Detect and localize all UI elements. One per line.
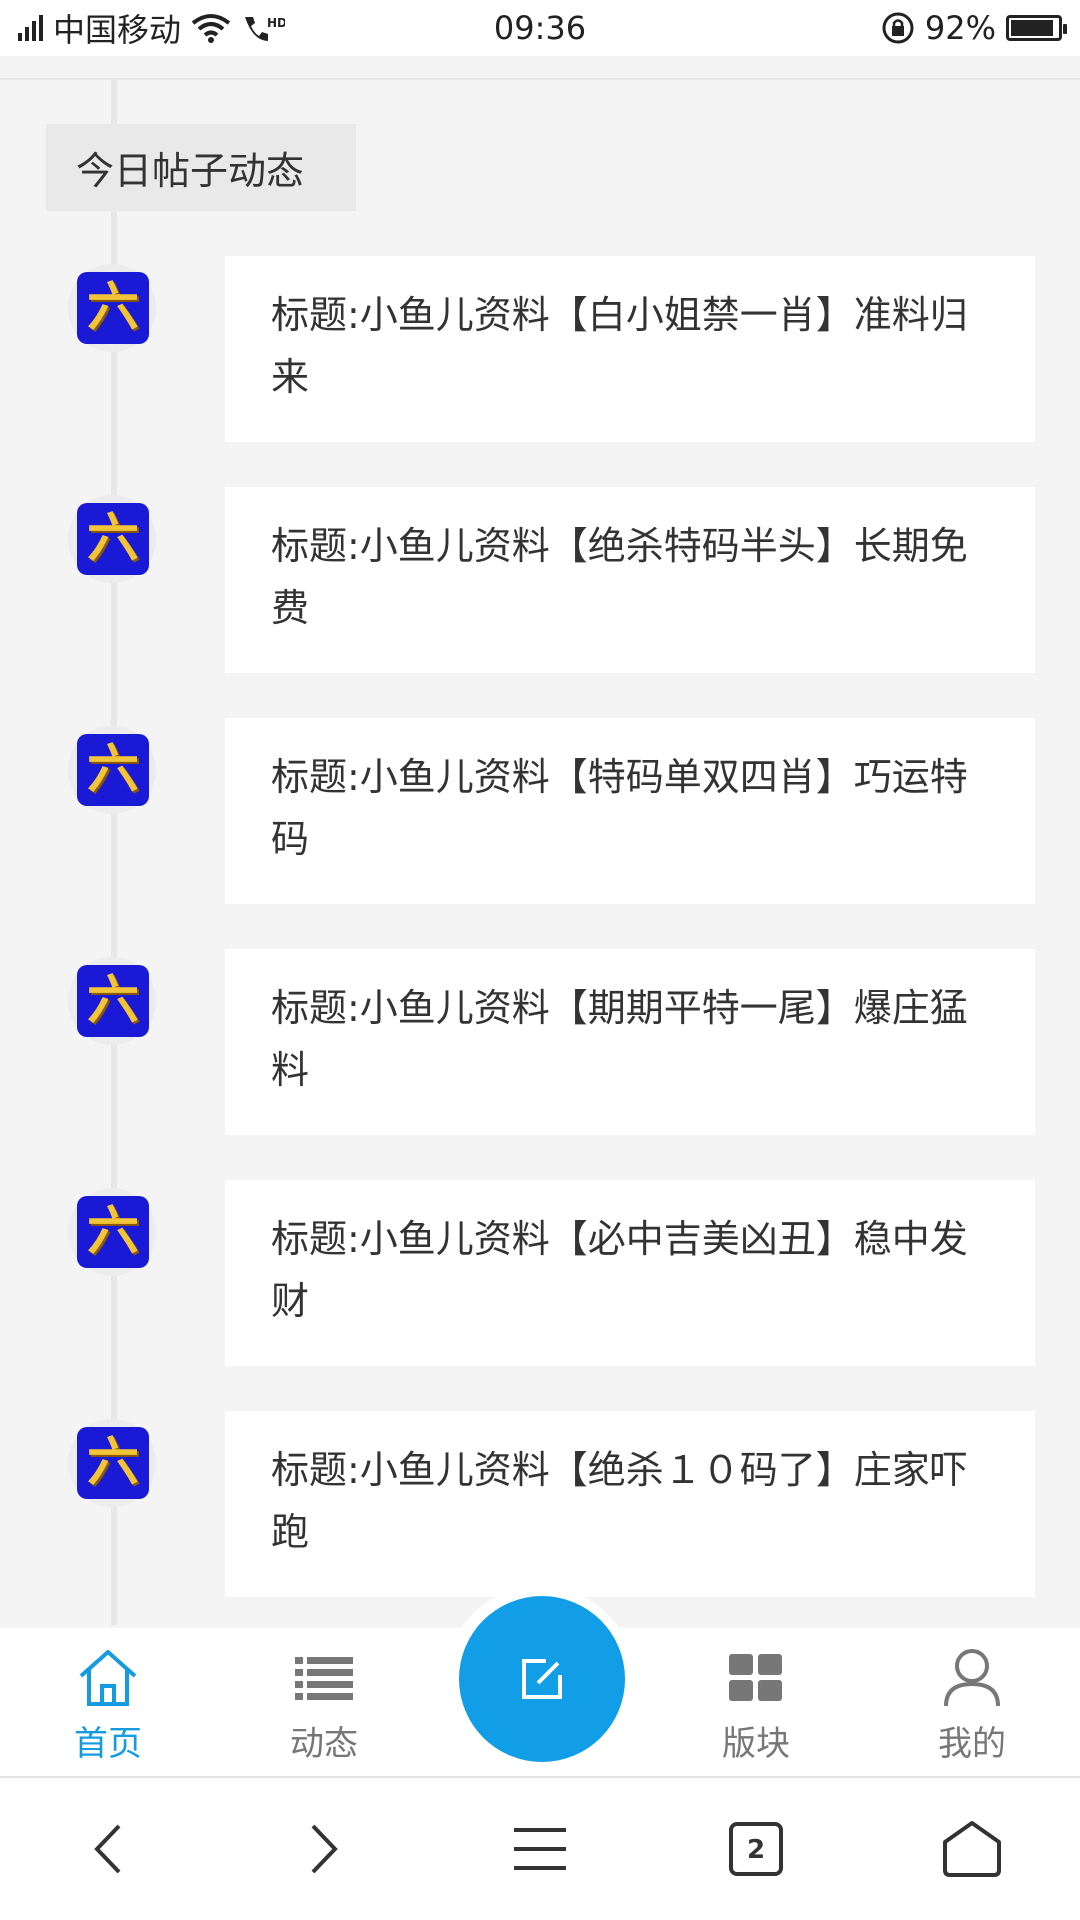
tab-home-label: 首页 (74, 1724, 142, 1764)
post-item[interactable]: 六 标题:小鱼儿资料【绝杀１０码了】庄家吓跑 (0, 1411, 1080, 1605)
list-icon (295, 1657, 353, 1700)
post-item[interactable]: 六 标题:小鱼儿资料【期期平特一尾】爆庄猛料 (0, 949, 1080, 1143)
post-title[interactable]: 标题:小鱼儿资料【必中吉美凶丑】稳中发财 (225, 1180, 1035, 1366)
edit-icon (522, 1659, 562, 1699)
carrier-name: 中国移动 (53, 11, 182, 49)
avatar[interactable]: 六 (77, 1196, 149, 1268)
avatar-char: 六 (86, 740, 139, 800)
nav-forward-button[interactable] (264, 1778, 384, 1920)
post-item[interactable]: 六 标题:小鱼儿资料【必中吉美凶丑】稳中发财 (0, 1180, 1080, 1374)
avatar-char: 六 (86, 509, 139, 569)
nav-tabs-button[interactable]: 2 (696, 1778, 816, 1920)
status-right: 92% (881, 9, 1067, 47)
avatar[interactable]: 六 (77, 734, 149, 806)
avatar-char: 六 (86, 1433, 139, 1493)
section-title: 今日帖子动态 (46, 124, 356, 211)
status-bar: 中国移动 HD 09:36 92% (0, 0, 1080, 56)
clock: 09:36 (493, 9, 587, 47)
avatar[interactable]: 六 (77, 1427, 149, 1499)
wifi-icon (191, 14, 231, 43)
avatar-char: 六 (86, 1202, 139, 1262)
tab-feed[interactable]: 动态 (254, 1628, 394, 1776)
post-title[interactable]: 标题:小鱼儿资料【白小姐禁一肖】准料归来 (225, 256, 1035, 442)
nav-home-button[interactable] (912, 1778, 1032, 1920)
status-left: 中国移动 HD (18, 5, 285, 51)
post-title[interactable]: 标题:小鱼儿资料【绝杀特码半头】长期免费 (225, 487, 1035, 673)
post-item[interactable]: 六 标题:小鱼儿资料【特码单双四肖】巧运特码 (0, 718, 1080, 912)
avatar[interactable]: 六 (77, 965, 149, 1037)
tabs-icon: 2 (729, 1822, 783, 1876)
chevron-right-icon (311, 1824, 338, 1874)
home-outline-icon (943, 1821, 1001, 1877)
tab-boards-label: 版块 (722, 1724, 790, 1764)
post-title[interactable]: 标题:小鱼儿资料【绝杀１０码了】庄家吓跑 (225, 1411, 1035, 1597)
home-icon (79, 1650, 137, 1706)
grid-icon (729, 1654, 782, 1701)
battery-percent: 92% (924, 9, 996, 47)
post-title[interactable]: 标题:小鱼儿资料【期期平特一尾】爆庄猛料 (225, 949, 1035, 1135)
rotation-lock-icon (882, 12, 914, 44)
avatar-char: 六 (86, 971, 139, 1031)
avatar-char: 六 (86, 278, 139, 338)
post-item[interactable]: 六 标题:小鱼儿资料【白小姐禁一肖】准料归来 (0, 256, 1080, 450)
post-title[interactable]: 标题:小鱼儿资料【特码单双四肖】巧运特码 (225, 718, 1035, 904)
header-divider (0, 78, 1080, 80)
avatar[interactable]: 六 (77, 503, 149, 575)
compose-button[interactable] (459, 1596, 625, 1762)
tab-me[interactable]: 我的 (902, 1628, 1042, 1776)
tab-home[interactable]: 首页 (38, 1628, 178, 1776)
tab-me-label: 我的 (938, 1724, 1006, 1764)
menu-icon (514, 1828, 566, 1870)
svg-text:HD: HD (267, 16, 285, 30)
tab-feed-label: 动态 (290, 1724, 358, 1764)
nav-back-button[interactable] (48, 1778, 168, 1920)
tab-count: 2 (747, 1835, 765, 1865)
user-icon (944, 1649, 1000, 1707)
post-item[interactable]: 六 标题:小鱼儿资料【绝杀特码半头】长期免费 (0, 487, 1080, 681)
hd-call-icon: HD (245, 16, 285, 41)
system-nav-bar: 2 (0, 1778, 1080, 1920)
avatar[interactable]: 六 (77, 272, 149, 344)
chevron-left-icon (94, 1824, 121, 1874)
nav-menu-button[interactable] (480, 1778, 600, 1920)
signal-icon (18, 15, 43, 41)
battery-icon (1006, 15, 1067, 41)
tab-boards[interactable]: 版块 (686, 1628, 826, 1776)
